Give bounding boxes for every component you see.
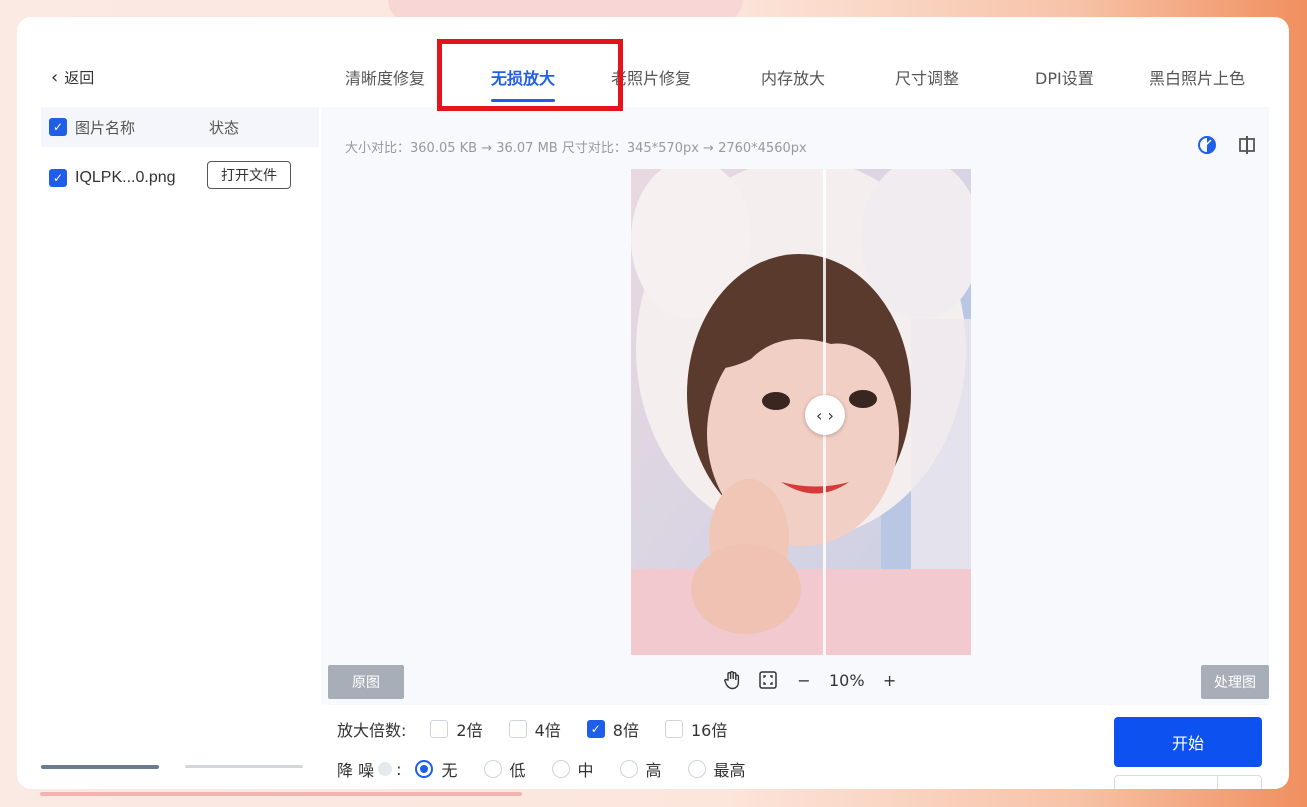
processed-image-label: 处理图	[1201, 665, 1269, 699]
option-label: 最高	[713, 761, 746, 780]
select-all-checkbox[interactable]: ✓	[49, 118, 67, 136]
denoise-option-high[interactable]: 高	[619, 757, 662, 781]
file-name: IQLPK...0.png	[75, 169, 176, 186]
tab-memory-enlarge[interactable]: 内存放大	[761, 65, 825, 89]
zoom-level: 10%	[829, 670, 865, 690]
tab-colorize[interactable]: 黑白照片上色	[1149, 65, 1245, 89]
radio-selected[interactable]	[415, 760, 434, 778]
zoom-toolbar: − 10% +	[721, 669, 901, 691]
radio[interactable]	[551, 760, 570, 778]
status-column-header: 状态	[209, 118, 240, 137]
checkbox[interactable]	[508, 720, 527, 738]
file-row: ✓ IQLPK...0.png 打开文件	[41, 161, 319, 195]
scale-option-16x[interactable]: 16倍	[664, 717, 728, 741]
file-checkbox[interactable]: ✓	[49, 169, 67, 187]
option-label: 4倍	[534, 721, 561, 740]
option-label: 16倍	[690, 721, 728, 740]
annotation-highlight-box	[437, 39, 623, 111]
photo-illustration	[631, 169, 971, 655]
size-comparison-info: 大小对比：360.05 KB → 36.07 MB 尺寸对比：345*570px…	[345, 141, 807, 156]
compare-icon[interactable]	[1197, 135, 1217, 155]
option-label: 无	[441, 761, 458, 780]
start-button[interactable]: 开始	[1114, 717, 1262, 767]
progress-bar	[40, 792, 522, 796]
radio[interactable]	[619, 760, 638, 778]
hand-pan-icon[interactable]	[721, 669, 743, 691]
scrollbar-track	[185, 765, 303, 768]
option-label: 中	[577, 761, 594, 780]
option-label: 低	[509, 761, 526, 780]
checkbox[interactable]	[664, 720, 683, 738]
checkbox[interactable]	[430, 720, 449, 738]
scale-option-8x[interactable]: ✓ 8倍	[586, 717, 639, 741]
option-label: 8倍	[612, 721, 639, 740]
scale-option-4x[interactable]: 4倍	[508, 717, 561, 741]
help-icon[interactable]	[378, 762, 393, 776]
denoise-option-medium[interactable]: 中	[551, 757, 594, 781]
option-label: 高	[645, 761, 662, 780]
workspace-panel: 清晰度修复 无损放大 老照片修复 内存放大 尺寸调整 DPI设置 黑白照片上色 …	[321, 41, 1269, 789]
scale-options-row: 放大倍数: 2倍 4倍 ✓ 8倍 16倍	[337, 717, 753, 741]
name-column-header: 图片名称	[75, 118, 136, 137]
tab-old-photo-repair[interactable]: 老照片修复	[611, 65, 691, 89]
preview-image[interactable]: ‹ ›	[631, 169, 971, 655]
tab-dpi-settings[interactable]: DPI设置	[1035, 65, 1094, 89]
original-image-label: 原图	[328, 665, 404, 699]
checkbox-checked[interactable]: ✓	[586, 720, 605, 738]
split-view-icon[interactable]	[1237, 135, 1257, 155]
denoise-option-none[interactable]: 无	[415, 757, 458, 781]
horizontal-scrollbar[interactable]	[41, 765, 159, 769]
fit-screen-icon[interactable]	[757, 669, 779, 691]
denoise-option-low[interactable]: 低	[483, 757, 526, 781]
file-list-header: ✓ 图片名称 状态	[41, 107, 319, 147]
denoise-option-highest[interactable]: 最高	[687, 757, 746, 781]
option-label: 2倍	[456, 721, 483, 740]
scale-label: 放大倍数:	[337, 721, 407, 740]
tab-size-adjust[interactable]: 尺寸调整	[895, 65, 959, 89]
tab-clarity-repair[interactable]: 清晰度修复	[345, 65, 425, 89]
denoise-colon: :	[396, 759, 402, 779]
scale-option-2x[interactable]: 2倍	[430, 717, 483, 741]
chevron-left-icon: ‹	[51, 66, 59, 88]
zoom-out-button[interactable]: −	[793, 669, 815, 691]
zoom-in-button[interactable]: +	[879, 669, 901, 691]
open-file-button[interactable]: 打开文件	[207, 161, 291, 189]
processing-controls: 放大倍数: 2倍 4倍 ✓ 8倍 16倍 降 噪: 无 低 中 高 最高 开始	[321, 705, 1269, 789]
back-label: 返回	[64, 69, 95, 87]
radio[interactable]	[483, 760, 502, 778]
denoise-label: 降 噪	[337, 761, 375, 780]
radio[interactable]	[687, 760, 706, 778]
secondary-button-group[interactable]	[1114, 775, 1262, 789]
denoise-options-row: 降 噪 : 无 低 中 高 最高	[337, 757, 772, 781]
compare-slider-handle[interactable]: ‹ ›	[805, 395, 845, 435]
app-window: ‹ 返回 ✓ 图片名称 状态 ✓ IQLPK...0.png 打开文件 清晰度修…	[17, 17, 1289, 789]
file-list-panel: ‹ 返回 ✓ 图片名称 状态 ✓ IQLPK...0.png 打开文件	[41, 41, 319, 769]
back-button[interactable]: ‹ 返回	[51, 67, 94, 88]
